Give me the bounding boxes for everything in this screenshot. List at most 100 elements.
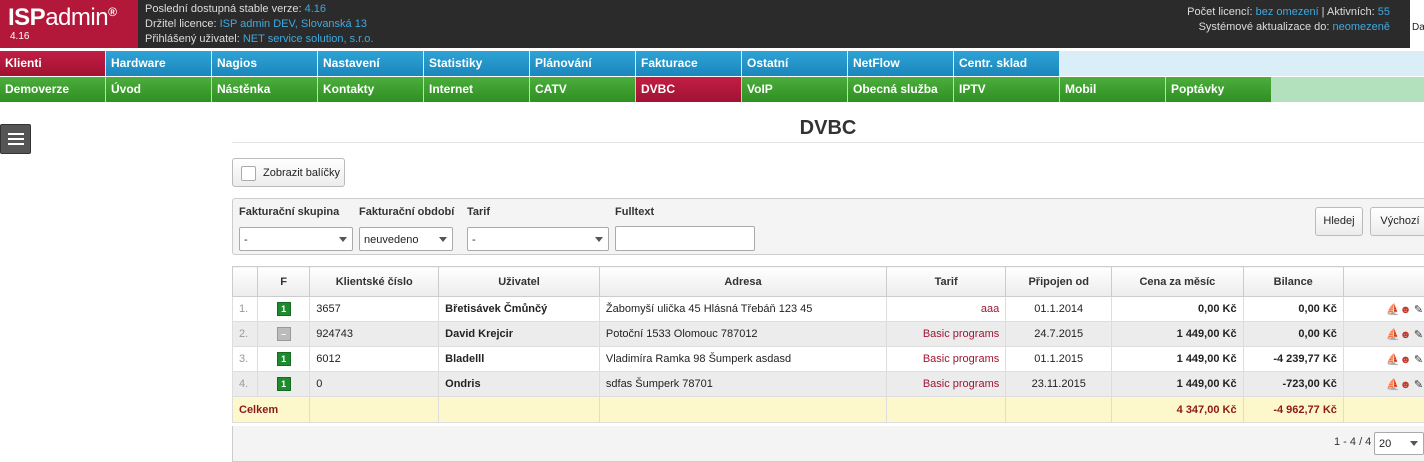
ship-icon[interactable]: ⛵	[1386, 303, 1400, 316]
isp-admin-logo[interactable]: ISPadmin® 4.16	[0, 0, 138, 48]
search-button[interactable]: Hledej	[1315, 207, 1363, 236]
submenu-iptv[interactable]: IPTV	[954, 77, 1059, 102]
billing-group-select[interactable]: -	[239, 227, 353, 251]
submenu-demoverze[interactable]: Demoverze	[0, 77, 105, 102]
main-menu: Klienti Hardware Nagios Nastavení Statis…	[0, 51, 1424, 76]
tarif-select[interactable]: -	[467, 227, 609, 251]
row-index: 4.	[232, 371, 258, 397]
fulltext-input[interactable]	[615, 226, 755, 251]
licenses-count: bez omezení	[1255, 6, 1319, 18]
total-label: Celkem	[231, 396, 311, 423]
default-button[interactable]: Výchozí	[1370, 207, 1424, 236]
col-monthly-price[interactable]: Cena za měsíc	[1111, 266, 1244, 297]
billing-period-select[interactable]: neuvedeno	[359, 227, 453, 251]
monthly-price: 0,00 Kč	[1111, 296, 1244, 322]
balance: 0,00 Kč	[1242, 296, 1344, 322]
table-footer	[232, 426, 1424, 462]
edit-icon[interactable]: ✎	[1412, 303, 1424, 316]
header-corner[interactable]: Da	[1410, 0, 1424, 48]
user-icon[interactable]: ☻	[1399, 379, 1412, 391]
submenu-dvbc[interactable]: DVBC	[636, 77, 741, 102]
menu-centr-sklad[interactable]: Centr. sklad	[954, 51, 1059, 76]
menu-hardware[interactable]: Hardware	[106, 51, 211, 76]
menu-klienti[interactable]: Klienti	[0, 51, 105, 76]
user-name[interactable]: Břetisávek Čmůnčý	[438, 296, 600, 322]
user-name[interactable]: Ondris	[438, 371, 600, 397]
stable-version: 4.16	[304, 3, 327, 15]
table-row[interactable]: 2. – 924743 David Krejcir Potoční 1533 O…	[232, 321, 1424, 347]
user-icon[interactable]: ☻	[1399, 354, 1412, 366]
logged-user[interactable]: NET service solution, s.r.o.	[243, 33, 374, 45]
address: sdfas Šumperk 78701	[598, 371, 888, 397]
submenu-uvod[interactable]: Úvod	[106, 77, 211, 102]
submenu-nastenka[interactable]: Nástěnka	[212, 77, 317, 102]
col-client-number[interactable]: Klientské číslo	[309, 266, 440, 297]
client-number: 3657	[309, 296, 440, 322]
page-title: DVBC	[799, 117, 857, 139]
monthly-price: 1 449,00 Kč	[1111, 371, 1244, 397]
submenu-voip[interactable]: VoIP	[742, 77, 847, 102]
edit-icon[interactable]: ✎	[1412, 378, 1424, 391]
header-info: Poslední dostupná stable verze: 4.16 Drž…	[145, 3, 374, 45]
balance: -4 239,77 Kč	[1242, 346, 1344, 372]
menu-statistiky[interactable]: Statistiky	[424, 51, 529, 76]
edit-icon[interactable]: ✎	[1412, 353, 1424, 366]
tarif-link[interactable]: Basic programs	[886, 346, 1007, 372]
row-index: 2.	[232, 321, 258, 347]
submenu-kontakty[interactable]: Kontakty	[318, 77, 423, 102]
chevron-down-icon	[595, 237, 603, 242]
balance: 0,00 Kč	[1242, 321, 1344, 347]
billing-group-label: Fakturační skupina	[239, 206, 340, 218]
title-divider	[232, 142, 1424, 143]
user-name[interactable]: David Krejcir	[438, 321, 600, 347]
col-flag[interactable]: F	[256, 266, 311, 297]
address: Žabomyší ulička 45 Hlásná Třebáň 123 45	[598, 296, 888, 322]
chevron-down-icon	[1410, 441, 1418, 446]
submenu-obecna-sluzba[interactable]: Obecná služba	[848, 77, 953, 102]
page-size-select[interactable]: 20	[1374, 432, 1424, 455]
ship-icon[interactable]: ⛵	[1386, 353, 1400, 366]
submenu-mobil[interactable]: Mobil	[1060, 77, 1165, 102]
updates-until: neomezeně	[1332, 21, 1391, 33]
menu-fakturace[interactable]: Fakturace	[636, 51, 741, 76]
chevron-down-icon	[339, 237, 347, 242]
show-packages-toggle[interactable]: Zobrazit balíčky	[232, 158, 345, 187]
fulltext-label: Fulltext	[615, 206, 655, 218]
submenu-internet[interactable]: Internet	[424, 77, 529, 102]
sidebar-toggle-button[interactable]	[0, 124, 31, 154]
col-balance[interactable]: Bilance	[1242, 266, 1344, 297]
license-holder[interactable]: ISP admin DEV, Slovanská 13	[220, 18, 367, 30]
menu-nastaveni[interactable]: Nastavení	[318, 51, 423, 76]
user-name[interactable]: Bladelll	[438, 346, 600, 372]
tarif-link[interactable]: Basic programs	[886, 321, 1007, 347]
filter-panel: Fakturační skupina - Fakturační období n…	[232, 198, 1424, 255]
submenu-catv[interactable]: CATV	[530, 77, 635, 102]
table-row[interactable]: 4. 1 0 Ondris sdfas Šumperk 78701 Basic …	[232, 371, 1424, 397]
menu-nagios[interactable]: Nagios	[212, 51, 317, 76]
menu-netflow[interactable]: NetFlow	[848, 51, 953, 76]
table-row[interactable]: 3. 1 6012 Bladelll Vladimíra Ramka 98 Šu…	[232, 346, 1424, 372]
connected-since: 23.11.2015	[1005, 371, 1113, 397]
edit-icon[interactable]: ✎	[1412, 328, 1424, 341]
flag-badge: 1	[276, 352, 291, 366]
user-icon[interactable]: ☻	[1399, 329, 1412, 341]
ship-icon[interactable]: ⛵	[1386, 328, 1400, 341]
ship-icon[interactable]: ⛵	[1386, 378, 1400, 391]
menu-planovani[interactable]: Plánování	[530, 51, 635, 76]
dvbc-table: F Klientské číslo Uživatel Adresa Tarif …	[231, 266, 1424, 423]
menu-ostatni[interactable]: Ostatní	[742, 51, 847, 76]
col-actions	[1342, 266, 1424, 297]
checkbox-icon[interactable]	[241, 166, 256, 181]
table-row[interactable]: 1. 1 3657 Břetisávek Čmůnčý Žabomyší uli…	[232, 296, 1424, 322]
chevron-down-icon	[439, 237, 447, 242]
col-user[interactable]: Uživatel	[438, 266, 600, 297]
col-connected-since[interactable]: Připojen od	[1005, 266, 1113, 297]
tarif-link[interactable]: Basic programs	[886, 371, 1007, 397]
total-price: 4 347,00 Kč	[1111, 396, 1244, 423]
col-address[interactable]: Adresa	[598, 266, 888, 297]
tarif-link[interactable]: aaa	[886, 296, 1007, 322]
submenu-poptavky[interactable]: Poptávky	[1166, 77, 1271, 102]
connected-since: 01.1.2015	[1005, 346, 1113, 372]
col-tarif[interactable]: Tarif	[886, 266, 1007, 297]
user-icon[interactable]: ☻	[1399, 304, 1412, 316]
